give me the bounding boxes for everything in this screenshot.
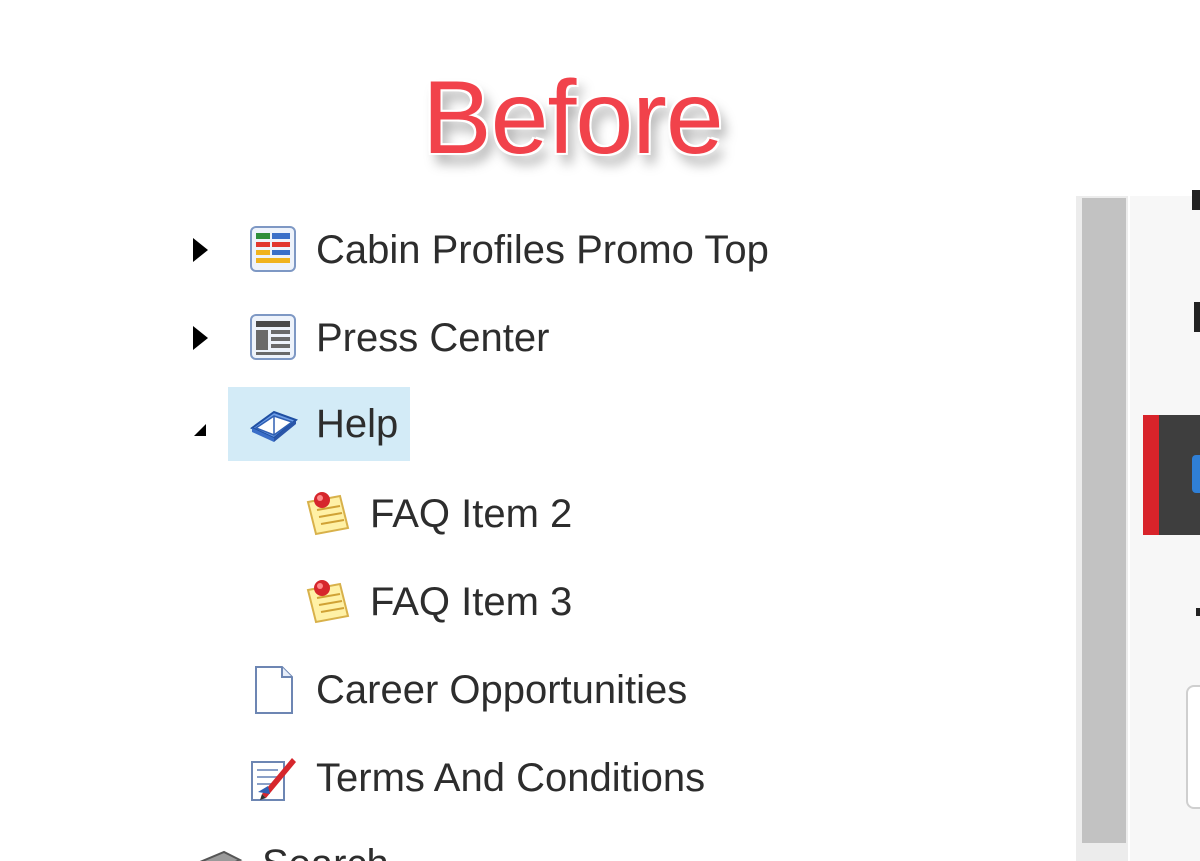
- help-book-icon: [250, 410, 298, 442]
- faq-note-icon: [306, 580, 350, 624]
- tree-item-label: Help: [316, 401, 399, 446]
- tree-item-press-center[interactable]: Press Center: [228, 301, 561, 375]
- blank-page-icon: [255, 666, 293, 714]
- expand-toggle-press-center[interactable]: [188, 326, 212, 350]
- tree-item-label: FAQ Item 3: [370, 579, 573, 624]
- pane-tab-icon: [1192, 455, 1200, 493]
- tree-item-help[interactable]: Help: [228, 387, 411, 461]
- triangle-right-icon: [192, 238, 208, 262]
- pane-text-fragment: [1194, 302, 1200, 332]
- tree-item-terms-and-conditions[interactable]: Terms And Conditions: [228, 741, 717, 815]
- edit-document-icon: [251, 758, 296, 801]
- tree-item-label: Career Opportunities: [316, 667, 688, 712]
- triangle-right-icon: [192, 326, 208, 350]
- tree-item-label: FAQ Item 2: [370, 491, 573, 536]
- screenshot-stage: Before Cabin Profiles Promo Top Press Ce…: [0, 0, 1200, 861]
- before-heading: Before: [422, 60, 723, 176]
- tree-scrollbar-thumb[interactable]: [1082, 198, 1126, 843]
- layout-page-icon: [250, 314, 296, 360]
- tree-item-label: Search: [262, 842, 389, 861]
- content-tree: Cabin Profiles Promo Top Press Center He…: [0, 205, 1070, 861]
- pane-input-box[interactable]: [1186, 685, 1200, 809]
- expand-toggle-cabin-profiles[interactable]: [188, 238, 212, 262]
- tree-item-cabin-profiles-promo-top[interactable]: Cabin Profiles Promo Top: [228, 213, 781, 287]
- tree-item-faq-item-2[interactable]: FAQ Item 2: [282, 477, 584, 551]
- pane-text-fragment: [1192, 190, 1200, 210]
- pane-active-tab-accent: [1143, 415, 1159, 535]
- search-box-icon: [199, 850, 243, 861]
- colored-layout-icon: [250, 226, 296, 272]
- tree-item-label: Terms And Conditions: [316, 755, 706, 800]
- tree-item-faq-item-3[interactable]: FAQ Item 3: [282, 565, 584, 639]
- tree-item-career-opportunities[interactable]: Career Opportunities: [228, 653, 699, 727]
- tree-item-search[interactable]: Search: [174, 827, 401, 861]
- faq-note-icon: [306, 492, 350, 536]
- pane-text-fragment: [1196, 608, 1200, 616]
- tree-item-label: Press Center: [316, 315, 550, 360]
- tree-item-label: Cabin Profiles Promo Top: [316, 227, 769, 272]
- triangle-down-icon: [194, 424, 206, 436]
- collapse-toggle-help[interactable]: [188, 418, 212, 442]
